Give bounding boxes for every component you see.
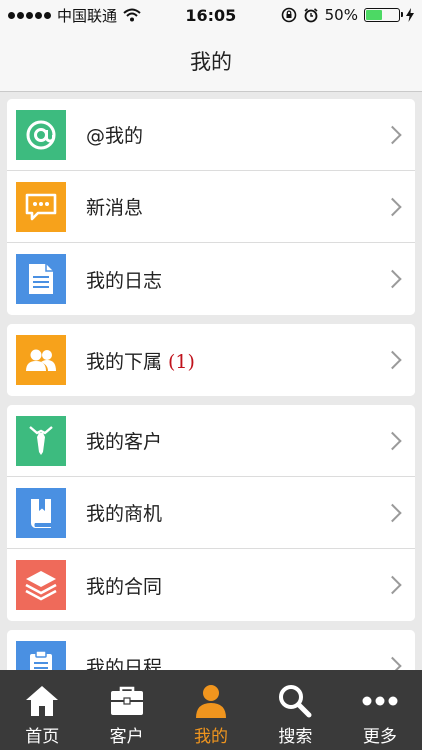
- charging-icon: [405, 8, 414, 22]
- tab-label: 客户: [109, 727, 144, 747]
- tab-briefcase[interactable]: 客户: [84, 670, 168, 750]
- signal-icon: [8, 11, 51, 19]
- menu-row-label: @我的: [86, 121, 415, 148]
- status-time: 16:05: [185, 5, 237, 25]
- navigation-bar: 我的: [0, 30, 422, 92]
- menu-row[interactable]: 新消息: [7, 171, 415, 243]
- menu-row-label: 新消息: [86, 193, 415, 220]
- menu-group: 我的日程: [7, 630, 415, 670]
- layers-icon: [16, 560, 66, 610]
- menu-row-text: 我的日程: [86, 656, 163, 671]
- alarm-icon: [304, 8, 318, 23]
- menu-row-text: 我的日志: [86, 269, 163, 292]
- battery-icon: [363, 8, 403, 22]
- count-badge: (1): [168, 350, 195, 373]
- search-icon: [277, 682, 313, 720]
- tab-bar: 首页 客户 我的 搜索 更多: [0, 670, 422, 750]
- tab-label: 首页: [25, 727, 60, 747]
- tab-label: 更多: [362, 727, 397, 747]
- carrier-name: 中国联通: [57, 6, 118, 25]
- menu-group: 我的下属 (1): [7, 324, 415, 396]
- battery-percent: 50%: [324, 6, 358, 24]
- menu-row-text: @我的: [86, 125, 144, 147]
- menu-row-text: 我的下属: [86, 350, 163, 373]
- tie-icon: [16, 415, 66, 466]
- tab-person[interactable]: 我的: [169, 670, 253, 750]
- page-title: 我的: [190, 49, 232, 74]
- tab-home[interactable]: 首页: [0, 670, 84, 750]
- menu-list: @我的新消息我的日志我的下属 (1) 我的客户我的商机我的合同我的日程: [0, 93, 422, 670]
- menu-row-text: 新消息: [86, 197, 144, 219]
- menu-row-label: 我的日志: [86, 266, 415, 293]
- menu-row-text: 我的客户: [86, 431, 163, 453]
- menu-group: @我的新消息我的日志: [7, 99, 415, 315]
- at-icon: [16, 109, 66, 160]
- status-left: 中国联通: [8, 5, 141, 26]
- menu-row[interactable]: 我的日程: [7, 630, 415, 670]
- tab-search[interactable]: 搜索: [253, 670, 337, 750]
- tab-more[interactable]: 更多: [338, 670, 422, 750]
- menu-row-text: 我的商机: [86, 503, 163, 525]
- status-bar: 中国联通 16:05 50%: [0, 0, 422, 30]
- menu-row[interactable]: 我的客户: [7, 405, 415, 477]
- menu-row[interactable]: 我的商机: [7, 477, 415, 549]
- menu-row-label: 我的下属 (1): [86, 347, 415, 374]
- tab-label: 我的: [194, 727, 229, 747]
- menu-row-label: 我的合同: [86, 572, 415, 599]
- briefcase-icon: [109, 682, 145, 720]
- menu-row-label: 我的商机: [86, 499, 415, 526]
- clipboard-icon: [16, 641, 66, 670]
- person-icon: [194, 682, 228, 720]
- menu-row[interactable]: 我的下属 (1): [7, 324, 415, 396]
- menu-row[interactable]: 我的合同: [7, 549, 415, 621]
- menu-row[interactable]: @我的: [7, 99, 415, 171]
- wifi-icon: [123, 8, 141, 22]
- menu-group: 我的客户我的商机我的合同: [7, 405, 415, 621]
- menu-row-label: 我的日程: [86, 653, 415, 671]
- home-icon: [24, 682, 60, 720]
- menu-row-label: 我的客户: [86, 427, 415, 454]
- more-icon: [361, 682, 399, 720]
- rotation-lock-icon: [281, 7, 296, 23]
- book-icon: [16, 487, 66, 538]
- document-icon: [16, 254, 66, 304]
- tab-label: 搜索: [278, 727, 313, 747]
- status-right: 50%: [281, 6, 414, 24]
- menu-row[interactable]: 我的日志: [7, 243, 415, 315]
- people-icon: [16, 335, 66, 385]
- menu-row-text: 我的合同: [86, 575, 163, 598]
- chat-bubble-icon: [16, 181, 66, 232]
